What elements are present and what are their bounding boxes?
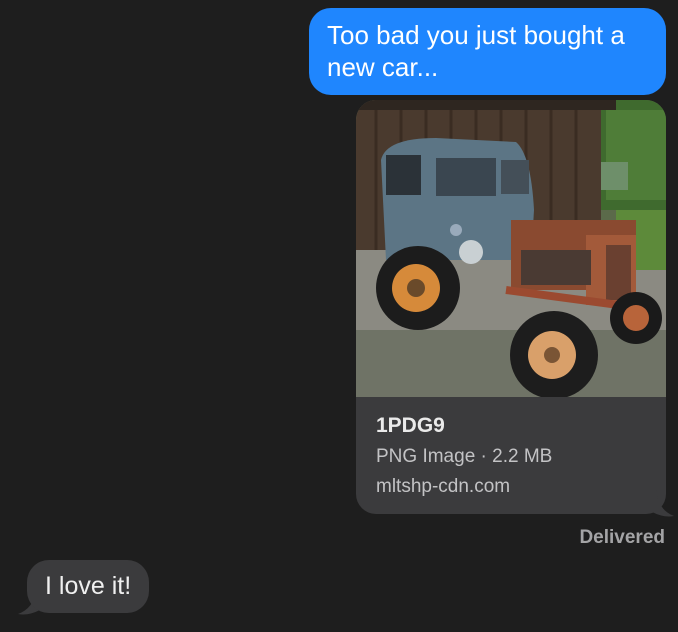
link-preview-info: 1PDG9 PNG Image · 2.2 MB mltshp-cdn.com [376, 410, 656, 502]
preview-domain: mltshp-cdn.com [376, 476, 511, 497]
preview-title: 1PDG9 [376, 414, 445, 437]
preview-file-info: PNG Image · 2.2 MB [376, 446, 553, 467]
link-preview-card[interactable]: 1PDG9 PNG Image · 2.2 MB mltshp-cdn.com [356, 100, 666, 514]
outgoing-bubble-tail [652, 490, 674, 517]
incoming-message-text: I love it! [45, 572, 132, 600]
incoming-message-bubble[interactable]: I love it! [27, 560, 150, 613]
preview-image[interactable] [356, 100, 666, 397]
outgoing-message-text: Too bad you just bought a new car... [327, 20, 625, 82]
delivery-status: Delivered [579, 527, 665, 548]
outgoing-message-bubble[interactable]: Too bad you just bought a new car... [309, 8, 666, 95]
